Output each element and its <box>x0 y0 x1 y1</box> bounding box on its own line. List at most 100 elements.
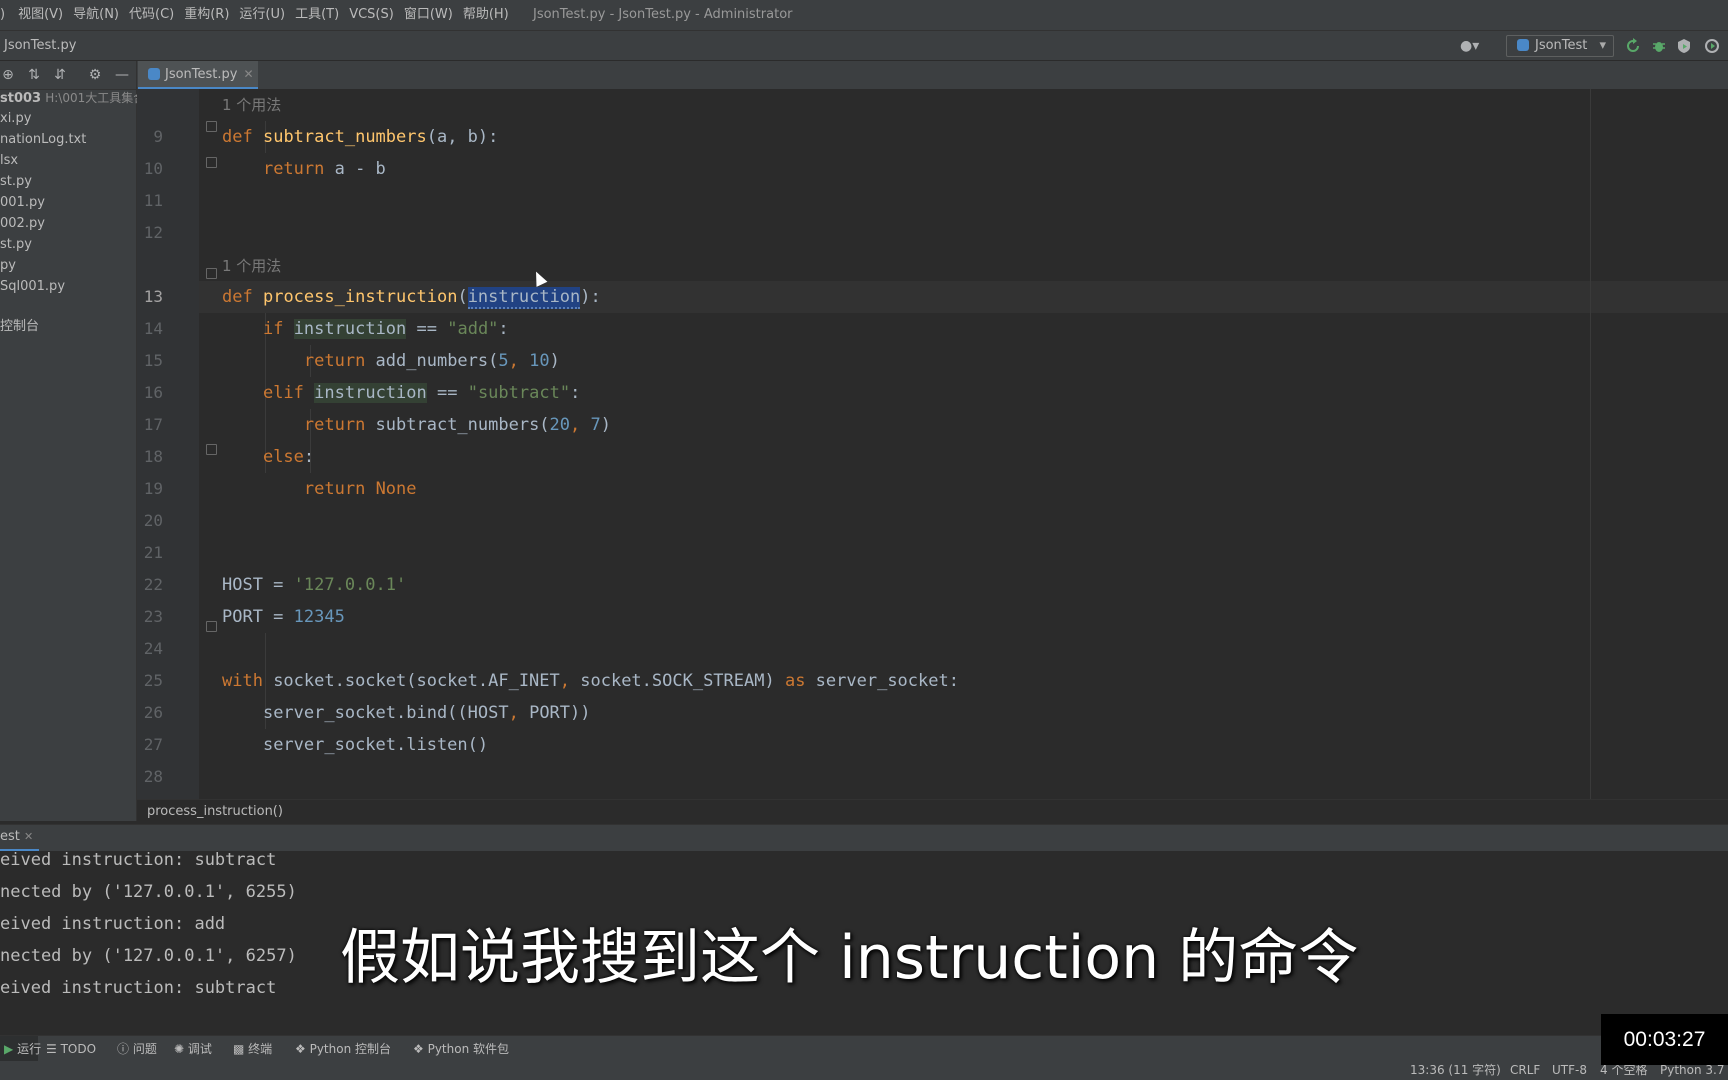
line-separator[interactable]: CRLF <box>1510 1061 1540 1080</box>
breadcrumb-function[interactable]: process_instruction() <box>147 804 283 819</box>
fold-marker-icon[interactable] <box>206 157 217 168</box>
tree-file[interactable]: nationLog.txt <box>0 130 86 150</box>
code-editor[interactable]: 1 个用法 1 个用法 9 10 11 12 13 14 15 16 17 18… <box>137 89 1728 799</box>
tree-scratch-console[interactable]: 控制台 <box>0 317 39 337</box>
menu-vcs[interactable]: VCS(S) <box>344 0 399 30</box>
close-icon[interactable]: ✕ <box>24 830 33 843</box>
code-line-10: return a - b <box>262 159 386 179</box>
console-line: nected by ('127.0.0.1', 6255) <box>0 882 297 902</box>
toolwindow-run[interactable]: ▶ 运行 <box>0 1036 41 1062</box>
tree-file[interactable]: py <box>0 256 16 276</box>
tree-file[interactable]: xi.py <box>0 109 31 129</box>
line-number: 20 <box>143 511 163 530</box>
run-config-label: JsonTest <box>1535 38 1588 53</box>
fold-marker-icon[interactable] <box>206 444 217 455</box>
line-number: 23 <box>143 607 163 626</box>
caret-position[interactable]: 13:36 (11 字符) <box>1410 1061 1501 1080</box>
python-file-icon <box>1517 39 1529 51</box>
code-line-27: server_socket.listen() <box>262 735 489 755</box>
project-name: st003 <box>0 91 42 106</box>
menu-view[interactable]: 视图(V) <box>13 0 68 30</box>
python-icon: ❖ <box>295 1042 306 1056</box>
code-line-16: elif instruction == "subtract": <box>262 383 581 403</box>
locate-file-icon[interactable]: ⊕ <box>0 67 16 83</box>
menu-run[interactable]: 运行(U) <box>234 0 290 30</box>
menu-help[interactable]: 帮助(H) <box>458 0 514 30</box>
project-root[interactable]: st003 H:\001大工具集合 <box>0 88 145 108</box>
fold-marker-icon[interactable] <box>206 121 217 132</box>
code-line-13: def process_instruction(instruction): <box>222 287 601 309</box>
tab-jsontest[interactable]: JsonTest.py ✕ <box>138 61 258 90</box>
code-line-26: server_socket.bind((HOST, PORT)) <box>262 703 591 723</box>
list-icon: ☰ <box>46 1042 57 1056</box>
menu-code[interactable]: 代码(C) <box>124 0 179 30</box>
editor-breadcrumb[interactable]: process_instruction() <box>137 799 1728 824</box>
project-tool-window: ⊕ ⇅ ⇵ ⚙ — st003 H:\001大工具集合 xi.py nation… <box>0 61 145 821</box>
code-line-15: return add_numbers(5, 10) <box>303 351 560 371</box>
code-line-18: else: <box>262 447 315 467</box>
python-file-icon <box>148 68 160 80</box>
tree-file[interactable]: lsx <box>0 151 18 171</box>
line-number: 12 <box>143 223 163 242</box>
toolwindow-python-console[interactable]: ❖ Python 控制台 <box>295 1036 391 1062</box>
menu-refactor[interactable]: 重构(R) <box>179 0 234 30</box>
usage-hint[interactable]: 1 个用法 <box>222 252 281 280</box>
nav-breadcrumb-file[interactable]: JsonTest.py <box>4 31 76 60</box>
tree-file[interactable]: 001.py <box>0 193 45 213</box>
user-icon[interactable]: ●▾ <box>1460 38 1479 54</box>
tree-file[interactable]: st.py <box>0 172 32 192</box>
project-path: H:\001大工具集合 <box>45 91 146 105</box>
collapse-all-icon[interactable]: ⇵ <box>52 67 68 83</box>
fold-marker-icon[interactable] <box>206 621 217 632</box>
toolwindow-python-packages[interactable]: ❖ Python 软件包 <box>413 1036 509 1062</box>
terminal-icon: ▩ <box>233 1042 245 1056</box>
toolwindow-debug[interactable]: ✺ 调试 <box>174 1036 212 1062</box>
usage-hint[interactable]: 1 个用法 <box>222 91 281 119</box>
toolwindow-todo[interactable]: ☰ TODO <box>46 1036 96 1062</box>
console-line: eived instruction: add <box>0 914 226 934</box>
line-number: 19 <box>143 479 163 498</box>
menu-window[interactable]: 窗口(W) <box>399 0 458 30</box>
gear-icon[interactable]: ⚙ <box>87 67 103 83</box>
profile-icon[interactable] <box>1704 38 1720 54</box>
line-number: 16 <box>143 383 163 402</box>
run-tab-jsontest[interactable]: est ✕ <box>0 825 40 852</box>
code-line-23: PORT = 12345 <box>222 607 345 627</box>
run-config-selector[interactable]: JsonTest ▾ <box>1506 35 1614 57</box>
line-number: 15 <box>143 351 163 370</box>
project-toolbar: ⊕ ⇅ ⇵ ⚙ — <box>0 61 136 90</box>
code-line-19: return None <box>303 479 417 499</box>
toolwindow-terminal[interactable]: ▩ 终端 <box>233 1036 272 1062</box>
hide-icon[interactable]: — <box>114 67 130 83</box>
close-icon[interactable]: ✕ <box>243 67 253 81</box>
line-number: 27 <box>143 735 163 754</box>
debug-icon[interactable] <box>1651 38 1667 54</box>
code-line-25: with socket.socket(socket.AF_INET, socke… <box>222 671 959 691</box>
run-panel-header: est ✕ <box>0 824 1728 852</box>
menu-tools[interactable]: 工具(T) <box>290 0 344 30</box>
tree-file[interactable]: st.py <box>0 235 32 255</box>
console-line: eived instruction: subtract <box>0 978 277 998</box>
line-number: 24 <box>143 639 163 658</box>
file-encoding[interactable]: UTF-8 <box>1552 1061 1587 1080</box>
menu-item-prev[interactable]: ) <box>0 0 13 30</box>
line-number: 10 <box>143 159 163 178</box>
line-number: 21 <box>143 543 163 562</box>
line-number: 9 <box>153 127 163 146</box>
code-line-14: if instruction == "add": <box>262 319 509 339</box>
tree-file[interactable]: 002.py <box>0 214 45 234</box>
code-line-17: return subtract_numbers(20, 7) <box>303 415 612 435</box>
menu-navigate[interactable]: 导航(N) <box>68 0 124 30</box>
toolwindow-problems[interactable]: ⓘ 问题 <box>117 1036 157 1062</box>
tree-file[interactable]: Sql001.py <box>0 277 65 297</box>
coverage-icon[interactable] <box>1676 38 1692 54</box>
video-subtitle: 假如说我搜到这个 instruction 的命令 <box>340 923 1359 993</box>
run-icon: ▶ <box>4 1042 14 1056</box>
expand-all-icon[interactable]: ⇅ <box>26 67 42 83</box>
video-timestamp: 00:03:27 <box>1601 1014 1728 1065</box>
editor-tab-bar: JsonTest.py ✕ <box>137 61 1728 90</box>
fold-marker-icon[interactable] <box>206 268 217 279</box>
right-margin-guide <box>1590 89 1591 799</box>
line-number: 17 <box>143 415 163 434</box>
rerun-icon[interactable] <box>1625 38 1641 54</box>
